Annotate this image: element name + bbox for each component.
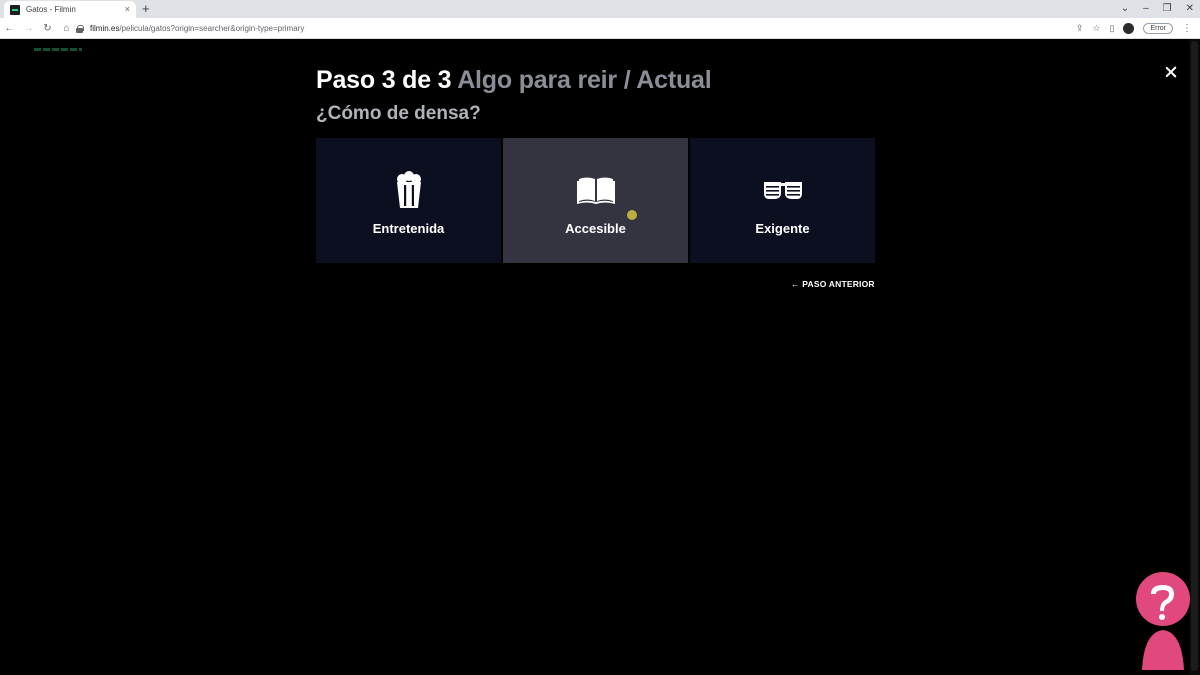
option-entretenida[interactable]: Entretenida xyxy=(316,138,501,263)
browser-tab-strip: Gatos - Filmin × + ⌄ – ❐ ✕ xyxy=(0,0,1200,18)
question-title: ¿Cómo de densa? xyxy=(316,103,481,124)
restore-button[interactable]: ❐ xyxy=(1163,0,1172,18)
url-text: filmin.es/pelicula/gatos?origin=searcher… xyxy=(90,24,304,33)
forward-button[interactable]: → xyxy=(19,18,38,39)
step-number: Paso 3 de 3 xyxy=(316,66,452,94)
reload-button[interactable]: ↻ xyxy=(38,18,57,39)
toolbar-actions: ⇪ ☆ ▯ Error ⋮ xyxy=(1076,18,1192,39)
option-label: Accesible xyxy=(565,221,626,236)
option-exigente[interactable]: Exigente xyxy=(690,138,875,263)
browser-tab[interactable]: Gatos - Filmin × xyxy=(4,1,136,18)
share-icon[interactable]: ⇪ xyxy=(1076,18,1084,39)
browser-menu-icon[interactable]: ⋮ xyxy=(1182,23,1192,34)
error-button[interactable]: Error xyxy=(1143,23,1173,34)
minimize-button[interactable]: – xyxy=(1143,0,1149,18)
density-options: Entretenida Accesible Exigente xyxy=(316,138,875,263)
side-panel-icon[interactable]: ▯ xyxy=(1109,18,1114,39)
previous-step-link[interactable]: ← PASO ANTERIOR xyxy=(791,279,875,289)
tab-search-icon[interactable]: ⌄ xyxy=(1121,0,1129,18)
url-path: /pelicula/gatos?origin=searcher&origin-t… xyxy=(119,24,305,33)
step-heading: Paso 3 de 3 Algo para reir / Actual xyxy=(316,66,712,95)
profile-avatar[interactable] xyxy=(1123,23,1135,34)
option-label: Exigente xyxy=(755,221,810,236)
new-tab-button[interactable]: + xyxy=(142,1,150,17)
browser-toolbar: ← → ↻ ⌂ filmin.es/pelicula/gatos?origin=… xyxy=(0,18,1200,39)
window-close-button[interactable]: ✕ xyxy=(1186,0,1194,18)
shutter-glasses-icon xyxy=(763,171,803,209)
watermark-logo xyxy=(1132,572,1194,670)
popcorn-icon xyxy=(396,171,422,209)
mouse-cursor-icon xyxy=(627,210,637,220)
wizard-overlay: Paso 3 de 3 Algo para reir / Actual ¿Cóm… xyxy=(0,39,1200,675)
url-host: filmin.es xyxy=(90,24,120,33)
filmin-favicon-icon xyxy=(10,4,20,15)
close-wizard-icon[interactable] xyxy=(1163,64,1179,80)
address-bar[interactable]: filmin.es/pelicula/gatos?origin=searcher… xyxy=(76,21,1082,36)
open-book-icon xyxy=(576,171,615,209)
option-label: Entretenida xyxy=(372,221,445,236)
option-accesible[interactable]: Accesible xyxy=(503,138,688,263)
filmin-logo xyxy=(34,48,82,51)
bookmark-star-icon[interactable]: ☆ xyxy=(1092,18,1100,39)
tab-close-icon[interactable]: × xyxy=(125,5,130,14)
home-button[interactable]: ⌂ xyxy=(57,18,76,39)
lock-icon[interactable] xyxy=(76,24,84,33)
back-button[interactable]: ← xyxy=(0,18,19,39)
step-path: Algo para reir / Actual xyxy=(457,66,712,94)
window-controls: ⌄ – ❐ ✕ xyxy=(1121,0,1194,18)
tab-title: Gatos - Filmin xyxy=(26,5,76,14)
